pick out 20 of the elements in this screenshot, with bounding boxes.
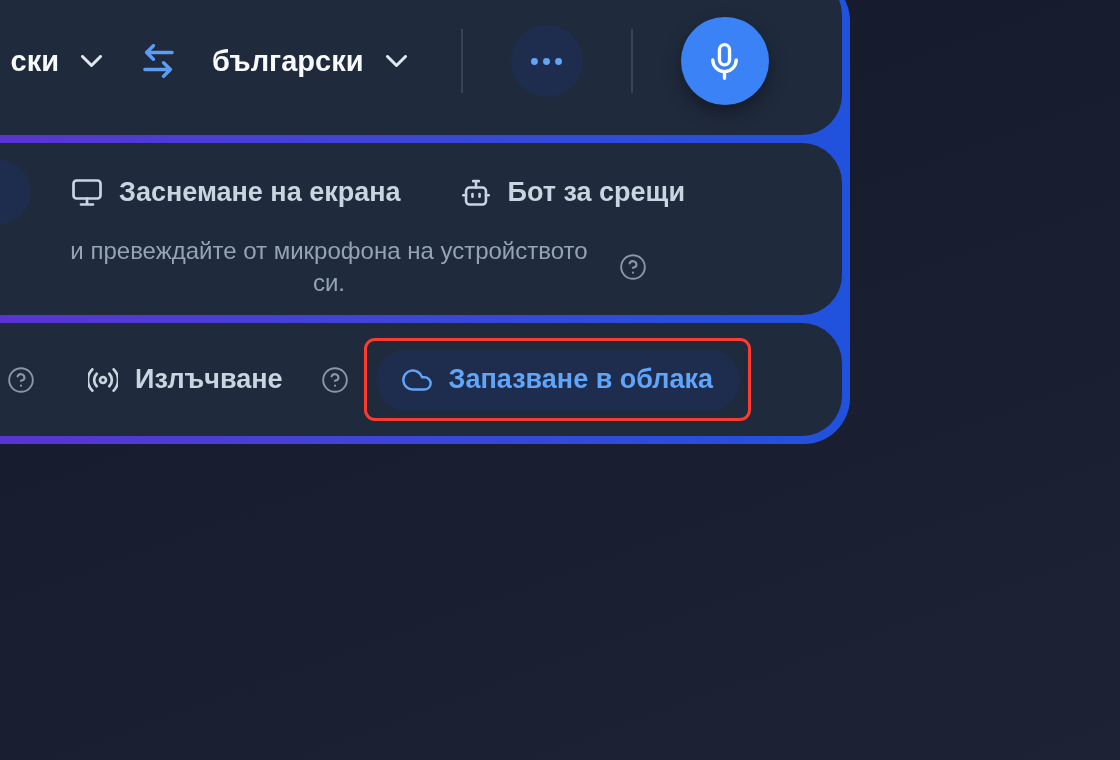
chevron-down-icon [81,55,102,67]
help-icon[interactable] [8,366,34,393]
output-option[interactable]: Излъчване [62,348,310,411]
swap-languages-button[interactable] [143,44,174,78]
input-mode-tab[interactable]: Заснемане на екрана [54,160,419,224]
output-option[interactable]: Запазване в облака [375,348,740,411]
input-mode-tab[interactable]: Бот за срещи [442,160,703,224]
more-dots-icon [531,57,562,65]
monitor-icon [72,178,102,206]
chevron-down-icon [385,55,407,67]
swap-arrows-icon [143,44,174,78]
robot-icon [460,178,491,206]
target-language-select[interactable]: български [212,44,407,78]
mode-description: и превеждайте от микрофона на устройството си. [69,236,589,298]
help-icon[interactable] [321,366,348,393]
cloud-icon [401,367,432,392]
microphone-icon [711,42,738,80]
broadcast-icon [88,367,118,392]
source-language-select[interactable]: ски [0,44,102,78]
help-icon[interactable] [620,254,646,280]
